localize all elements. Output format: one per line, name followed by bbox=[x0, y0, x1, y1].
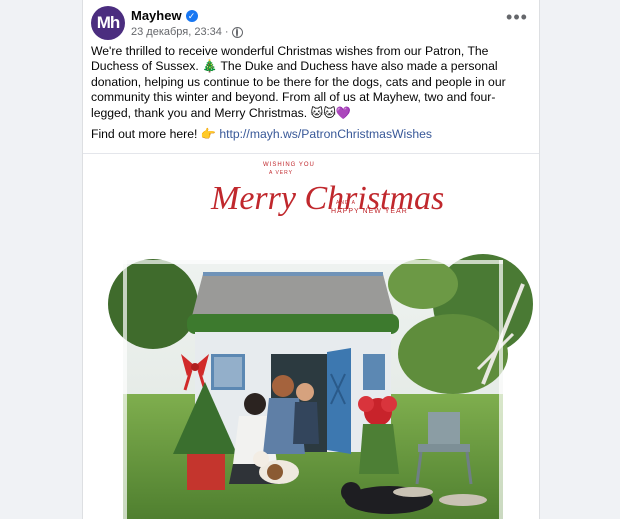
name-row: Mayhew ✓ bbox=[131, 8, 198, 23]
more-options-icon[interactable]: ••• bbox=[505, 8, 529, 34]
card-wishing-text: WISHING YOU bbox=[263, 162, 315, 168]
post-header: Mh Mayhew ✓ 23 декабря, 23:34 · ••• bbox=[83, 0, 539, 44]
post-link[interactable]: http://mayh.ws/PatronChristmasWishes bbox=[219, 127, 432, 141]
christmas-tree-icon: 🎄 bbox=[202, 59, 218, 74]
card-merry-christmas-text: Merry Christmas bbox=[210, 180, 444, 217]
find-out-text: Find out more here! bbox=[91, 127, 198, 142]
christmas-card-image: WISHING YOU A VERY Merry Christmas AND A… bbox=[108, 162, 533, 519]
card-a-very-text: A VERY bbox=[269, 170, 293, 176]
post-meta: 23 декабря, 23:34 · bbox=[131, 26, 243, 38]
globe-icon bbox=[231, 26, 243, 38]
post-card: Mh Mayhew ✓ 23 декабря, 23:34 · ••• We'r… bbox=[82, 0, 540, 519]
page-avatar[interactable]: Mh bbox=[91, 6, 125, 40]
page-name-link[interactable]: Mayhew bbox=[131, 8, 182, 23]
post-image[interactable]: WISHING YOU A VERY Merry Christmas AND A… bbox=[83, 153, 539, 519]
pointing-hand-icon: 👉 bbox=[200, 127, 216, 142]
card-and-a-text: AND A bbox=[336, 200, 356, 206]
verified-badge-icon: ✓ bbox=[185, 9, 198, 22]
card-happy-new-year-text: HAPPY NEW YEAR bbox=[331, 208, 408, 215]
family-photo bbox=[108, 254, 533, 519]
post-text: We're thrilled to receive wonderful Chri… bbox=[83, 44, 539, 142]
emoji-trail-icon: 🐱🐱💜 bbox=[310, 105, 352, 120]
post-timestamp[interactable]: 23 декабря, 23:34 bbox=[131, 26, 222, 38]
post-paragraph: We're thrilled to receive wonderful Chri… bbox=[91, 44, 531, 121]
find-out-line: Find out more here! 👉 http://mayh.ws/Pat… bbox=[91, 127, 531, 142]
meta-separator: · bbox=[224, 26, 229, 38]
